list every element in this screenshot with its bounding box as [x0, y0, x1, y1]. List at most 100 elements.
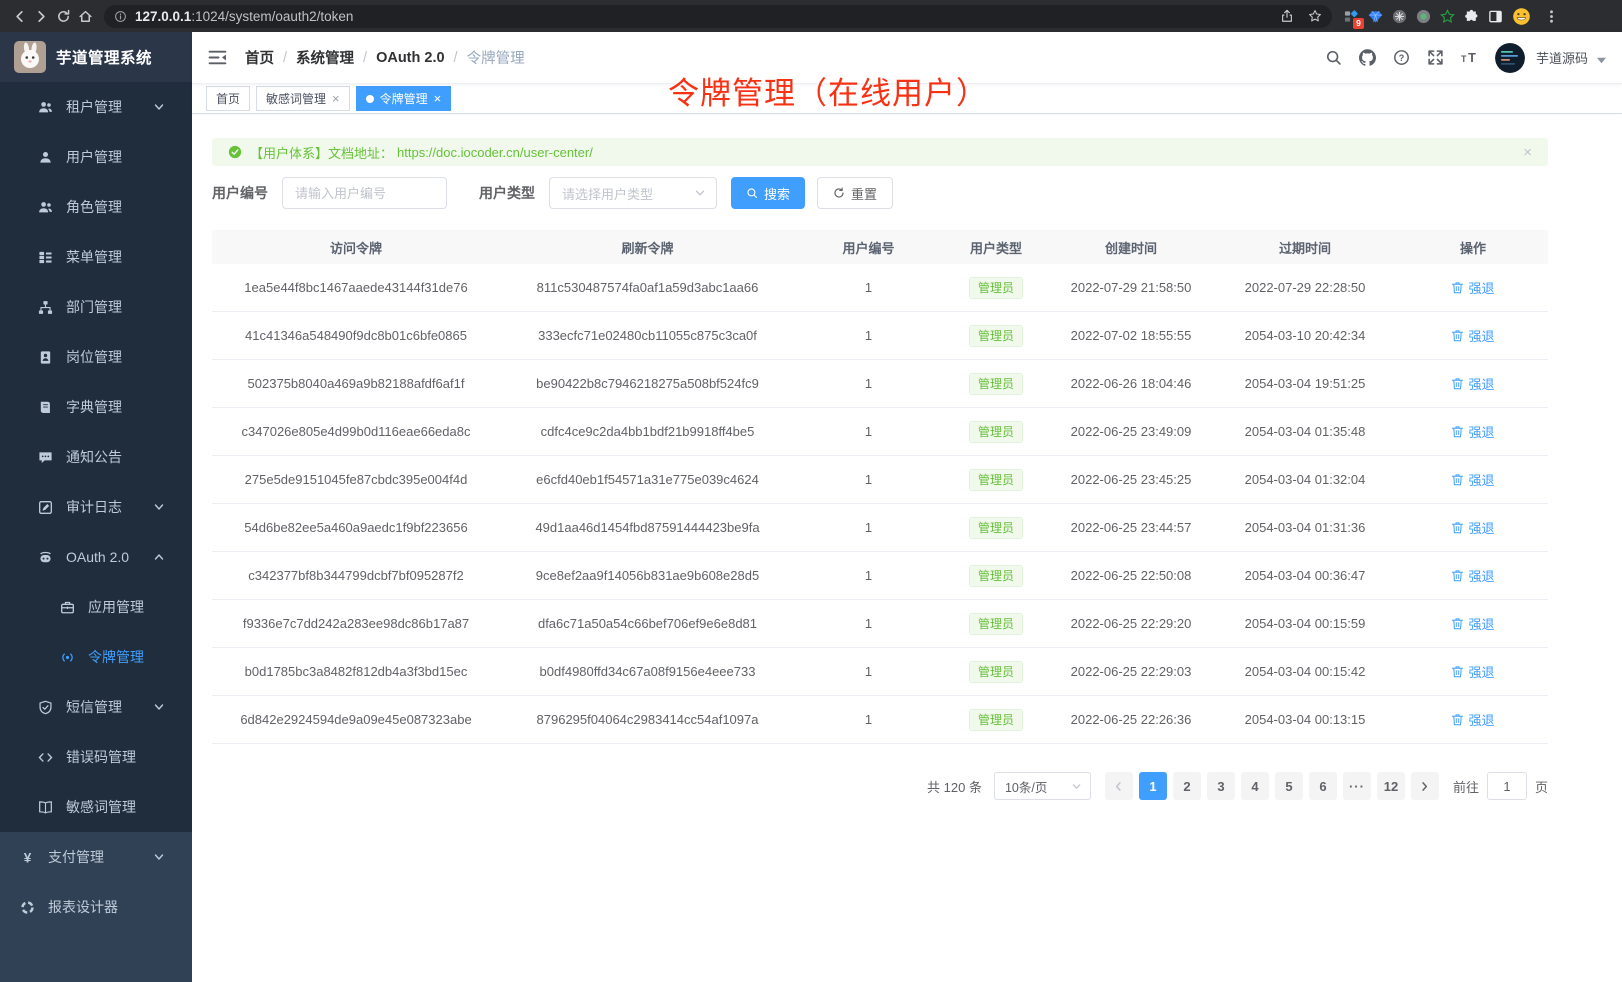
force-logout-button[interactable]: 强退: [1451, 566, 1494, 585]
browser-home-button[interactable]: [74, 4, 96, 28]
sidebar-item-oauth2-app[interactable]: 应用管理: [0, 582, 192, 632]
profile-emoji-avatar[interactable]: [1512, 7, 1531, 26]
sidebar-item-sensitive-word[interactable]: 敏感词管理: [0, 782, 192, 832]
search-button[interactable]: 搜索: [731, 177, 805, 209]
force-logout-button[interactable]: 强退: [1451, 518, 1494, 537]
tab-sensitive-word[interactable]: 敏感词管理×: [256, 86, 350, 111]
sidebar-item-dict[interactable]: 字典管理: [0, 382, 192, 432]
fullscreen-icon[interactable]: [1427, 49, 1444, 66]
force-logout-button[interactable]: 强退: [1451, 662, 1494, 681]
pagination: 共 120 条 10条/页 123456···12 前往 页: [212, 772, 1548, 800]
sidebar-item-user[interactable]: 用户管理: [0, 132, 192, 182]
help-icon[interactable]: ?: [1393, 49, 1410, 66]
address-bar[interactable]: 127.0.0.1:1024/system/oauth2/token: [104, 5, 1332, 28]
pager-page-3[interactable]: 3: [1207, 772, 1235, 800]
access-token-cell: 54d6be82ee5a460a9aedc1f9bf223656: [212, 520, 500, 535]
force-logout-button[interactable]: 强退: [1451, 614, 1494, 633]
tab-token[interactable]: 令牌管理×: [356, 86, 452, 111]
chevron-down-icon[interactable]: [1597, 56, 1606, 65]
post-icon: [38, 350, 53, 365]
font-size-icon[interactable]: TT: [1461, 49, 1478, 66]
github-icon[interactable]: [1359, 49, 1376, 66]
alert-close-icon[interactable]: ×: [1523, 144, 1532, 161]
sidebar-item-error-code[interactable]: 错误码管理: [0, 732, 192, 782]
sidebar-item-pay[interactable]: ¥支付管理: [0, 832, 192, 882]
action-cell: 强退: [1398, 374, 1548, 393]
user-id-cell: 1: [795, 664, 942, 679]
sms-icon: [38, 700, 53, 715]
extension-gem-icon[interactable]: [1368, 9, 1383, 24]
user-avatar[interactable]: [1495, 43, 1525, 73]
trash-icon: [1451, 521, 1464, 534]
breadcrumb-item[interactable]: OAuth 2.0: [376, 50, 444, 66]
pager-page-5[interactable]: 5: [1275, 772, 1303, 800]
sidebar-item-role[interactable]: 角色管理: [0, 182, 192, 232]
action-cell: 强退: [1398, 278, 1548, 297]
sidebar-toggle-icon[interactable]: [208, 48, 227, 67]
sidebar-item-sms[interactable]: 短信管理: [0, 682, 192, 732]
sidebar-item-audit-log[interactable]: 审计日志: [0, 482, 192, 532]
sidebar-item-report-designer[interactable]: 报表设计器: [0, 882, 192, 932]
sidebar-item-oauth2[interactable]: OAuth 2.0: [0, 532, 192, 582]
user-id-input[interactable]: [282, 177, 447, 209]
pager-prev-button[interactable]: [1105, 772, 1133, 800]
pager-page-2[interactable]: 2: [1173, 772, 1201, 800]
split-view-icon[interactable]: [1488, 9, 1503, 24]
extension-wheel-icon[interactable]: [1392, 9, 1407, 24]
extensions-puzzle-icon[interactable]: [1464, 9, 1479, 24]
sidebar-item-notice[interactable]: 通知公告: [0, 432, 192, 482]
browser-forward-button[interactable]: [30, 4, 52, 28]
page-size-select[interactable]: 10条/页: [994, 772, 1091, 800]
sidebar-item-oauth2-token[interactable]: 令牌管理: [0, 632, 192, 682]
sidebar-item-label: 错误码管理: [66, 747, 136, 767]
refresh-token-cell: b0df4980ffd34c67a08f9156e4eee733: [500, 664, 795, 679]
sidebar-item-menu[interactable]: 菜单管理: [0, 232, 192, 282]
page-info-icon[interactable]: [114, 10, 127, 23]
tab-label: 首页: [216, 90, 240, 107]
search-icon[interactable]: [1325, 49, 1342, 66]
refresh-token-cell: 8796295f04064c2983414cc54af1097a: [500, 712, 795, 727]
browser-reload-button[interactable]: [52, 4, 74, 28]
pager-more-button[interactable]: ···: [1343, 772, 1371, 800]
force-logout-button[interactable]: 强退: [1451, 710, 1494, 729]
bookmark-star-icon[interactable]: [1308, 9, 1322, 23]
pager-page-12[interactable]: 12: [1377, 772, 1405, 800]
pager-page-4[interactable]: 4: [1241, 772, 1269, 800]
extension-star-icon[interactable]: [1440, 9, 1455, 24]
force-logout-button[interactable]: 强退: [1451, 326, 1494, 345]
user-id-cell: 1: [795, 616, 942, 631]
force-logout-button[interactable]: 强退: [1451, 278, 1494, 297]
close-icon[interactable]: ×: [434, 92, 442, 105]
share-icon[interactable]: [1280, 9, 1294, 23]
force-logout-button[interactable]: 强退: [1451, 422, 1494, 441]
doc-link[interactable]: https://doc.iocoder.cn/user-center/: [397, 145, 593, 160]
doc-alert: 【用户体系】文档地址： https://doc.iocoder.cn/user-…: [212, 138, 1548, 166]
breadcrumb-item[interactable]: 首页: [245, 47, 274, 68]
user-type-select[interactable]: 请选择用户类型: [549, 177, 717, 209]
sidebar-item-post[interactable]: 岗位管理: [0, 332, 192, 382]
sidebar-item-dept[interactable]: 部门管理: [0, 282, 192, 332]
goto-page-input[interactable]: [1487, 772, 1527, 800]
user-type-cell: 管理员: [942, 565, 1050, 587]
force-logout-button[interactable]: 强退: [1451, 374, 1494, 393]
browser-back-button[interactable]: [8, 4, 30, 28]
tab-home[interactable]: 首页: [206, 86, 250, 111]
extension-tabs-icon[interactable]: 9: [1344, 9, 1359, 24]
breadcrumb-item[interactable]: 系统管理: [296, 47, 354, 68]
pager-next-button[interactable]: [1411, 772, 1439, 800]
user-name: 芋道源码: [1536, 48, 1588, 67]
breadcrumb-separator: /: [283, 50, 287, 66]
action-cell: 强退: [1398, 470, 1548, 489]
sidebar-item-tenant[interactable]: 租户管理: [0, 82, 192, 132]
reset-button[interactable]: 重置: [817, 177, 893, 209]
expire-time-cell: 2054-03-04 00:36:47: [1212, 568, 1398, 583]
table-header: 访问令牌刷新令牌用户编号用户类型创建时间过期时间操作: [212, 230, 1548, 264]
pager-page-6[interactable]: 6: [1309, 772, 1337, 800]
close-icon[interactable]: ×: [332, 92, 340, 105]
pager-page-1[interactable]: 1: [1139, 772, 1167, 800]
url-text[interactable]: 127.0.0.1:1024/system/oauth2/token: [135, 9, 1266, 24]
extension-record-icon[interactable]: [1416, 9, 1431, 24]
force-logout-button[interactable]: 强退: [1451, 470, 1494, 489]
browser-menu-icon[interactable]: [1544, 9, 1559, 24]
dict-icon: [38, 400, 53, 415]
